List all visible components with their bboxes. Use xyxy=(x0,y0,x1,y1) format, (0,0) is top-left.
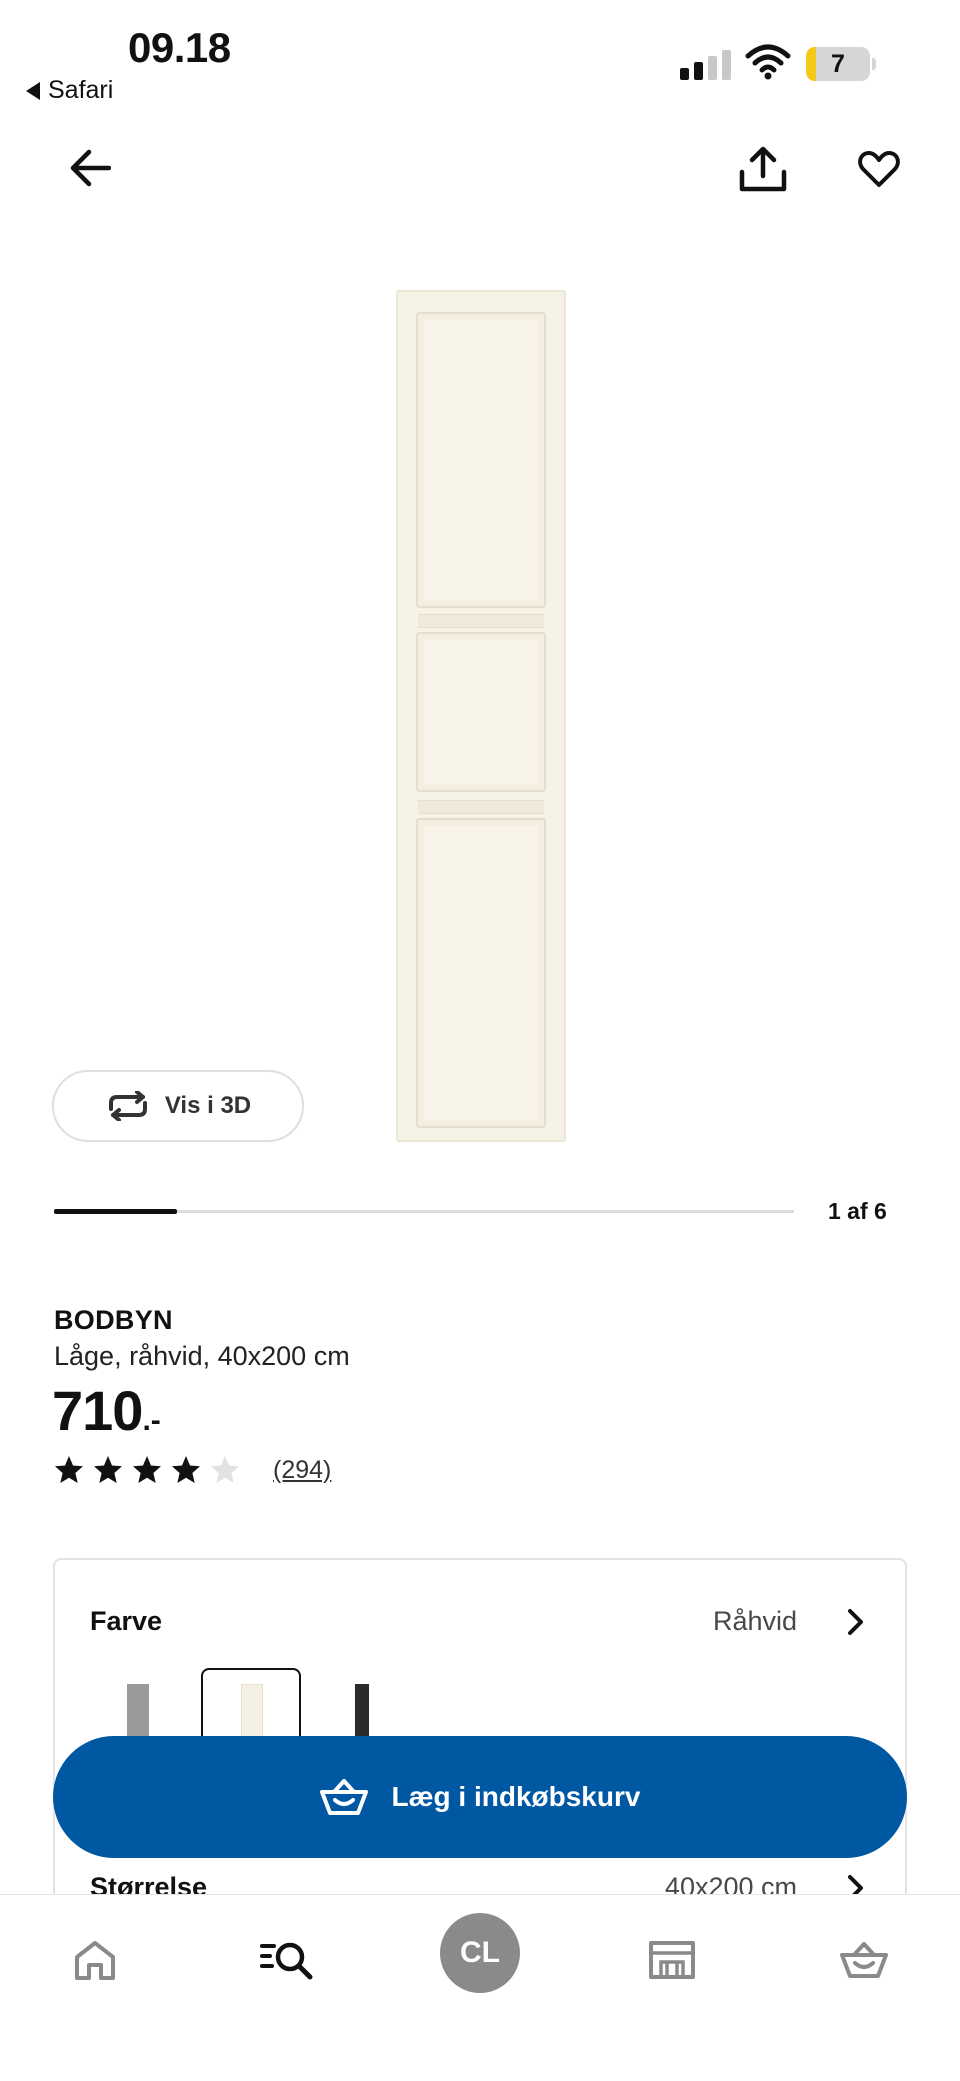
basket-icon xyxy=(840,1942,888,1978)
product-price: 710 .- xyxy=(52,1378,161,1443)
view-in-3d-label: Vis i 3D xyxy=(164,1092,252,1119)
basket-icon xyxy=(319,1779,368,1815)
share-button[interactable] xyxy=(732,138,794,200)
back-button[interactable] xyxy=(60,138,120,198)
color-swatch-grey[interactable] xyxy=(127,1684,149,1744)
home-icon xyxy=(75,1941,115,1980)
gallery-progress-fill xyxy=(54,1209,178,1214)
product-rating[interactable]: (294) xyxy=(54,1455,331,1485)
star-filled-icon xyxy=(55,1456,83,1483)
battery-indicator: 7 xyxy=(806,47,870,81)
share-icon xyxy=(739,146,787,192)
heart-icon xyxy=(858,151,900,187)
gallery-page-indicator: 1 af 6 xyxy=(828,1198,887,1224)
color-value: Råhvid xyxy=(712,1606,797,1636)
arrow-left-icon xyxy=(70,149,111,187)
wifi-icon xyxy=(745,44,791,85)
color-label: Farve xyxy=(90,1606,163,1636)
tab-profile-avatar[interactable]: CL xyxy=(440,1913,520,1993)
star-empty-icon xyxy=(211,1456,239,1483)
price-amount: 710 xyxy=(52,1379,143,1442)
search-icon xyxy=(260,1942,313,1980)
star-filled-icon xyxy=(94,1456,122,1483)
gallery-progress-bar xyxy=(54,1209,794,1214)
tab-stores[interactable] xyxy=(637,1925,707,1995)
back-app-label: Safari xyxy=(48,76,114,104)
cellular-signal-icon xyxy=(680,50,731,80)
bottom-tab-bar: CL xyxy=(0,1894,960,2081)
review-count-link[interactable]: (294) xyxy=(273,1456,331,1485)
product-description: Låge, råhvid, 40x200 cm xyxy=(54,1341,350,1371)
tab-search[interactable] xyxy=(252,1925,322,1995)
tab-home[interactable] xyxy=(60,1925,130,1995)
battery-tip xyxy=(872,58,876,70)
color-swatch-off-white[interactable] xyxy=(241,1684,263,1744)
star-filled-icon xyxy=(133,1456,161,1483)
add-to-cart-label: Læg i indkøbskurv xyxy=(391,1781,641,1812)
star-filled-icon xyxy=(172,1456,200,1483)
view-in-3d-button[interactable]: Vis i 3D xyxy=(52,1070,304,1142)
rotate-3d-icon xyxy=(108,1091,147,1121)
chevron-right-icon xyxy=(848,1609,863,1635)
product-image[interactable] xyxy=(396,290,566,1142)
add-to-cart-button[interactable]: Læg i indkøbskurv xyxy=(53,1736,907,1858)
battery-level: 7 xyxy=(831,50,845,78)
rating-stars xyxy=(54,1455,249,1485)
color-swatch-black[interactable] xyxy=(355,1684,369,1744)
status-time: 09.18 xyxy=(128,24,231,71)
product-name: BODBYN xyxy=(54,1305,173,1335)
tab-basket[interactable] xyxy=(829,1925,899,1995)
back-triangle-icon xyxy=(26,81,40,100)
store-icon xyxy=(649,1941,695,1979)
back-to-app-link[interactable]: Safari xyxy=(26,76,113,105)
favorite-button[interactable] xyxy=(848,138,910,200)
price-suffix: .- xyxy=(142,1404,161,1437)
